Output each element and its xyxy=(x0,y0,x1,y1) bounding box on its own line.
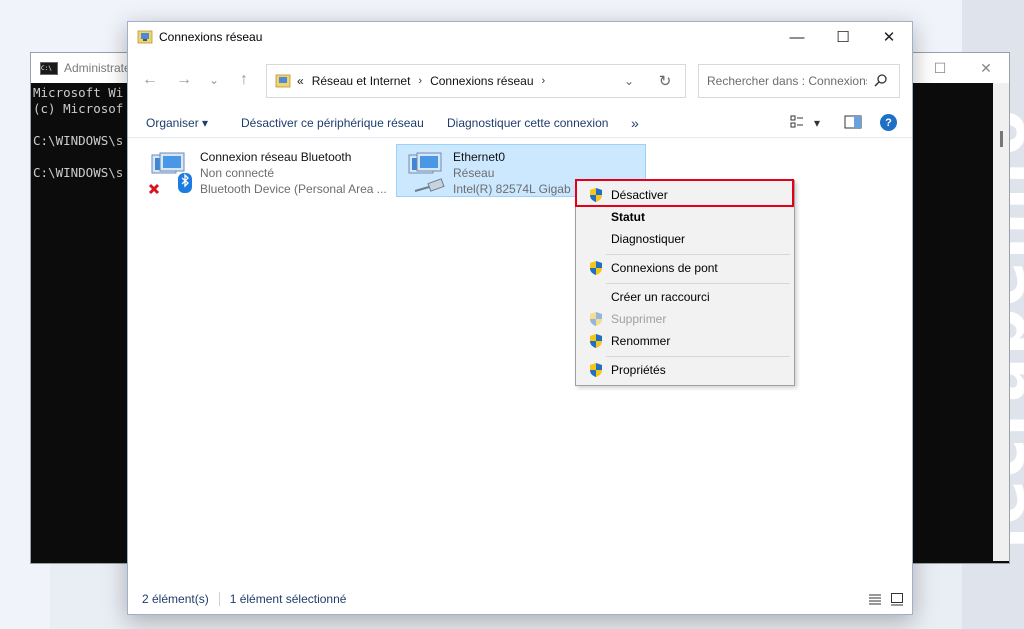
menu-item-label: Statut xyxy=(611,210,645,224)
connection-device: Intel(R) 82574L Gigabit Network C... xyxy=(453,182,571,196)
item-count: 2 élément(s) xyxy=(142,592,209,606)
item-text: Connexion réseau Bluetooth Non connecté … xyxy=(200,149,387,197)
breadcrumb-connexions-reseau[interactable]: Connexions réseau xyxy=(430,74,533,88)
view-dropdown-button[interactable]: ▾ xyxy=(814,109,820,137)
connection-name: Connexion réseau Bluetooth xyxy=(200,150,352,164)
status-bar: 2 élément(s) 1 élément sélectionné xyxy=(128,584,912,614)
status-separator xyxy=(218,592,220,606)
more-commands-button[interactable]: » xyxy=(631,109,639,137)
list-item-bluetooth[interactable]: Connexion réseau Bluetooth Non connecté … xyxy=(140,145,390,196)
menu-item-rename[interactable]: Renommer xyxy=(578,330,792,352)
uac-shield-icon xyxy=(590,334,602,348)
breadcrumb-overflow[interactable]: « xyxy=(297,74,304,88)
menu-item-label: Supprimer xyxy=(611,312,667,326)
menu-item-status[interactable]: Statut xyxy=(578,206,792,228)
cmd-scroll-thumb[interactable] xyxy=(1000,131,1003,147)
help-button[interactable]: ? xyxy=(880,114,897,131)
cmd-maximize-button[interactable]: ☐ xyxy=(917,53,963,83)
annotation-highlight-box xyxy=(575,179,794,207)
menu-separator xyxy=(606,356,790,357)
menu-item-properties[interactable]: Propriétés xyxy=(578,359,792,381)
uac-shield-icon xyxy=(590,261,602,275)
window-title: Connexions réseau xyxy=(159,30,263,44)
forward-button[interactable]: → xyxy=(172,64,196,96)
address-bar[interactable]: « Réseau et Internet › Connexions réseau… xyxy=(266,64,686,98)
breadcrumb-reseau-internet[interactable]: Réseau et Internet xyxy=(312,74,411,88)
cmd-app-icon: C:\ xyxy=(40,61,58,75)
menu-item-diagnose[interactable]: Diagnostiquer xyxy=(578,228,792,250)
connection-status: Non connecté xyxy=(200,166,275,180)
control-panel-icon xyxy=(275,74,291,88)
menu-item-create-shortcut[interactable]: Créer un raccourci xyxy=(578,286,792,308)
connection-name: Ethernet0 xyxy=(453,150,506,164)
breadcrumb-separator[interactable]: › xyxy=(418,75,422,87)
network-adapter-icon xyxy=(148,152,192,195)
disable-device-button[interactable]: Désactiver ce périphérique réseau xyxy=(241,109,424,137)
refresh-button[interactable]: ↻ xyxy=(653,65,677,97)
address-row: ← → ⌄ ↑ « Réseau et Internet › Connexion… xyxy=(128,64,912,98)
address-dropdown-button[interactable]: ⌄ xyxy=(617,65,641,97)
cmd-close-button[interactable]: ✕ xyxy=(963,53,1009,83)
connection-device: Bluetooth Device (Personal Area ... xyxy=(200,182,387,196)
maximize-button[interactable]: ☐ xyxy=(820,22,866,52)
view-options-icon[interactable] xyxy=(790,115,804,129)
menu-item-label: Renommer xyxy=(611,334,671,348)
preview-pane-icon[interactable] xyxy=(844,115,862,129)
search-box[interactable]: Rechercher dans : Connexions réseau xyxy=(698,64,900,98)
details-view-icon[interactable] xyxy=(868,592,882,606)
menu-separator xyxy=(606,283,790,284)
command-bar: Organiser ▾ Désactiver ce périphérique r… xyxy=(128,109,912,138)
large-icons-view-icon[interactable] xyxy=(890,592,904,606)
back-button[interactable]: ← xyxy=(138,64,162,96)
breadcrumb-separator[interactable]: › xyxy=(542,75,546,87)
menu-separator xyxy=(606,254,790,255)
recent-locations-button[interactable]: ⌄ xyxy=(202,64,226,96)
uac-shield-icon xyxy=(590,363,602,377)
item-text: Ethernet0 Réseau Intel(R) 82574L Gigabit… xyxy=(453,149,571,197)
organize-menu[interactable]: Organiser ▾ xyxy=(146,109,208,137)
uac-shield-icon xyxy=(590,312,602,326)
menu-item-label: Propriétés xyxy=(611,363,666,377)
search-input[interactable]: Rechercher dans : Connexions réseau xyxy=(707,74,867,88)
window-titlebar[interactable]: Connexions réseau — ☐ ✕ xyxy=(128,22,912,52)
menu-item-delete: Supprimer xyxy=(578,308,792,330)
menu-item-label: Créer un raccourci xyxy=(611,290,710,304)
connection-status: Réseau xyxy=(453,166,495,180)
search-icon[interactable] xyxy=(873,73,889,89)
network-connections-window[interactable]: Connexions réseau — ☐ ✕ ← → ⌄ ↑ « Réseau… xyxy=(127,21,913,615)
diagnose-button[interactable]: Diagnostiquer cette connexion xyxy=(447,109,608,137)
up-button[interactable]: ↑ xyxy=(232,64,256,96)
close-button[interactable]: ✕ xyxy=(866,22,912,52)
menu-item-bridge[interactable]: Connexions de pont xyxy=(578,257,792,279)
network-adapter-icon xyxy=(408,152,445,192)
menu-item-label: Connexions de pont xyxy=(611,261,718,275)
cmd-scrollbar[interactable] xyxy=(993,83,1009,561)
context-menu: Désactiver Statut Diagnostiquer Connexio… xyxy=(575,180,795,386)
network-folder-icon xyxy=(137,30,153,44)
selection-count: 1 élément sélectionné xyxy=(229,592,347,606)
minimize-button[interactable]: — xyxy=(774,22,820,52)
menu-item-label: Diagnostiquer xyxy=(611,232,686,246)
